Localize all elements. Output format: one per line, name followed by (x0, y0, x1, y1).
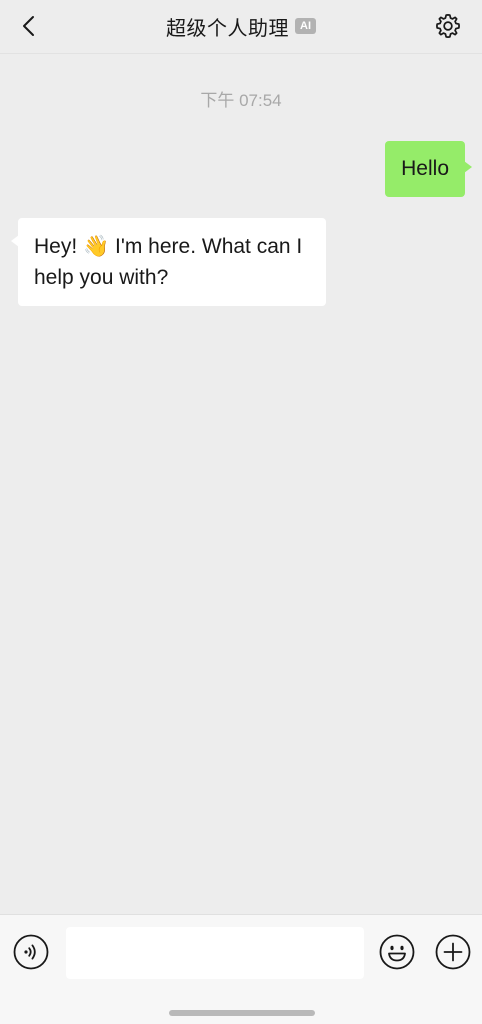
back-button[interactable] (14, 10, 46, 42)
message-timestamp: 下午 07:54 (200, 91, 282, 110)
chat-title: 超级个人助理 (166, 17, 289, 40)
chat-header: 超级个人助理 AI (0, 0, 482, 54)
input-bar (0, 914, 482, 1024)
plus-circle-icon (435, 934, 471, 970)
voice-icon (13, 934, 49, 970)
gear-icon (436, 14, 460, 38)
chevron-left-icon (23, 16, 34, 36)
voice-button[interactable] (12, 933, 50, 971)
emoji-icon (379, 934, 415, 970)
more-button[interactable] (434, 933, 472, 971)
outgoing-message-bubble[interactable]: Hello (385, 141, 472, 197)
emoji-button[interactable] (378, 933, 416, 971)
title-group: 超级个人助理 AI (0, 0, 482, 52)
message-input[interactable] (66, 927, 364, 979)
incoming-message-bubble[interactable]: Hey! 👋 I'm here. What can I help you wit… (11, 218, 326, 306)
home-indicator[interactable] (169, 1010, 315, 1016)
ai-badge: AI (295, 18, 316, 34)
settings-button[interactable] (432, 10, 464, 42)
